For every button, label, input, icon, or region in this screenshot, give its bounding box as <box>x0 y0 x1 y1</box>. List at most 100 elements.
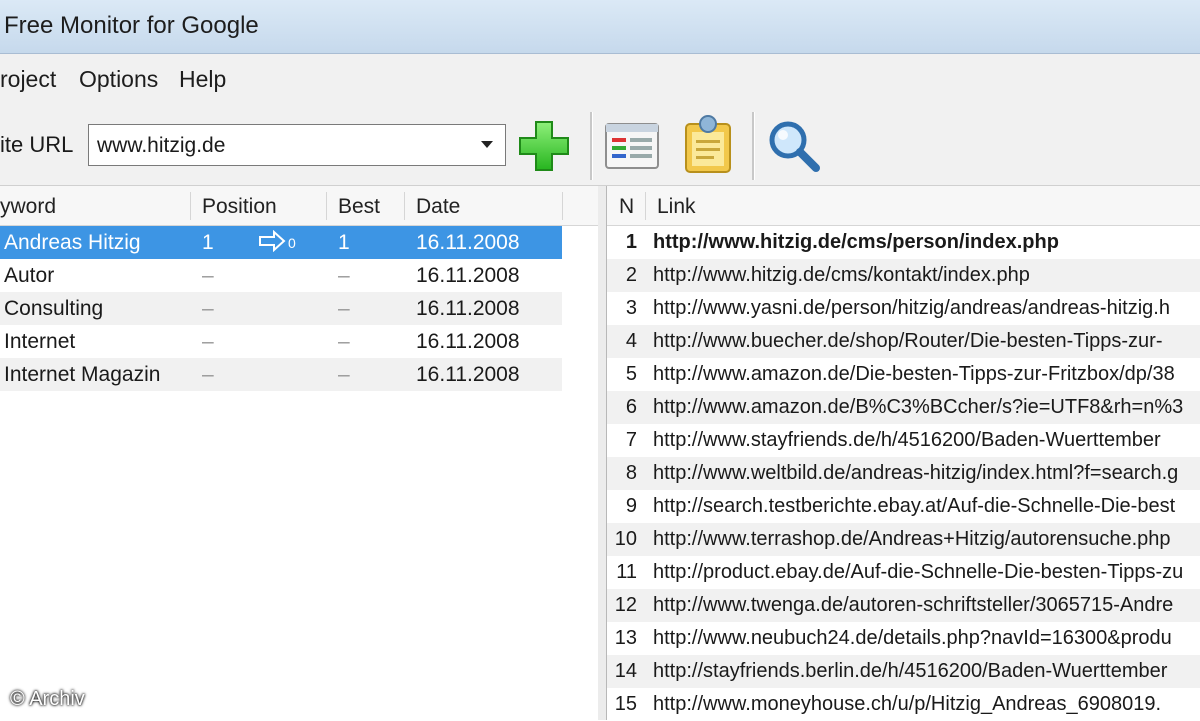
toolbar-separator <box>590 112 593 180</box>
keyword-row[interactable]: Internet Magazin – – 16.11.2008 <box>0 358 562 391</box>
title-bar: Free Monitor for Google <box>0 0 1200 54</box>
link-list: N Link 1 http://www.hitzig.de/cms/person… <box>607 186 1200 720</box>
position-cell: 1 <box>202 231 214 254</box>
clipboard-icon <box>685 115 731 173</box>
keyword-cell: Internet <box>4 330 76 353</box>
arrow-right-icon <box>258 229 286 258</box>
rank-cell: 10 <box>614 528 637 550</box>
link-row[interactable]: 6 http://www.amazon.de/B%C3%BCcher/s?ie=… <box>607 391 1200 424</box>
keyword-cell: Consulting <box>4 297 104 320</box>
rank-cell: 11 <box>616 561 637 583</box>
link-row[interactable]: 8 http://www.weltbild.de/andreas-hitzig/… <box>607 457 1200 490</box>
column-separator <box>326 192 327 220</box>
link-row[interactable]: 7 http://www.stayfriends.de/h/4516200/Ba… <box>607 424 1200 457</box>
add-keyword-button[interactable] <box>514 114 574 176</box>
best-cell: – <box>338 297 350 320</box>
column-header-keyword[interactable]: yword <box>0 195 56 219</box>
copyright-watermark: © Archiv <box>10 688 85 710</box>
toolbar-separator <box>752 112 755 180</box>
date-cell: 16.11.2008 <box>416 297 520 320</box>
search-button[interactable] <box>764 114 824 176</box>
menu-project[interactable]: roject <box>0 66 56 93</box>
column-separator <box>645 192 646 220</box>
link-cell: http://www.buecher.de/shop/Router/Die-be… <box>653 330 1163 352</box>
date-cell: 16.11.2008 <box>416 231 520 254</box>
link-cell: http://www.amazon.de/B%C3%BCcher/s?ie=UT… <box>653 396 1184 418</box>
link-row[interactable]: 10 http://www.terrashop.de/Andreas+Hitzi… <box>607 523 1200 556</box>
keyword-cell: Andreas Hitzig <box>4 231 141 254</box>
add-icon <box>519 121 569 171</box>
link-row[interactable]: 2 http://www.hitzig.de/cms/kontakt/index… <box>607 259 1200 292</box>
position-cell: – <box>202 297 214 320</box>
report-button[interactable] <box>602 114 662 176</box>
position-cell: – <box>202 363 214 386</box>
link-row[interactable]: 4 http://www.buecher.de/shop/Router/Die-… <box>607 325 1200 358</box>
link-cell: http://www.amazon.de/Die-besten-Tipps-zu… <box>653 363 1175 385</box>
link-row[interactable]: 5 http://www.amazon.de/Die-besten-Tipps-… <box>607 358 1200 391</box>
search-icon <box>769 121 820 172</box>
site-url-label: ite URL <box>0 132 74 157</box>
link-cell: http://search.testberichte.ebay.at/Auf-d… <box>653 495 1176 517</box>
link-cell: http://stayfriends.berlin.de/h/4516200/B… <box>653 660 1168 682</box>
rank-cell: 12 <box>614 594 637 616</box>
toolbar: ite URL www.hitzig.de <box>0 104 1200 186</box>
link-row[interactable]: 13 http://www.neubuch24.de/details.php?n… <box>607 622 1200 655</box>
link-cell: http://product.ebay.de/Auf-die-Schnelle-… <box>653 561 1184 583</box>
best-cell: 1 <box>338 231 350 254</box>
rank-cell: 7 <box>625 429 637 451</box>
keyword-list-header: yword Position Best Date <box>0 186 598 226</box>
position-cell: – <box>202 330 214 353</box>
rank-cell: 13 <box>614 627 637 649</box>
rank-cell: 9 <box>625 495 637 517</box>
link-cell: http://www.stayfriends.de/h/4516200/Bade… <box>653 429 1161 451</box>
rank-cell: 5 <box>625 363 637 385</box>
column-header-position[interactable]: Position <box>202 195 277 219</box>
keyword-row[interactable]: Andreas Hitzig 1 0 1 16.11.2008 <box>0 226 562 259</box>
position-cell: – <box>202 264 214 287</box>
link-row[interactable]: 3 http://www.yasni.de/person/hitzig/andr… <box>607 292 1200 325</box>
report-icon <box>605 123 659 169</box>
rank-cell: 1 <box>625 231 637 253</box>
keyword-cell: Internet Magazin <box>4 363 161 386</box>
link-row[interactable]: 1 http://www.hitzig.de/cms/person/index.… <box>607 226 1200 259</box>
link-cell: http://www.terrashop.de/Andreas+Hitzig/a… <box>653 528 1171 550</box>
column-header-date[interactable]: Date <box>416 195 460 219</box>
best-cell: – <box>338 264 350 287</box>
window-title: Free Monitor for Google <box>4 12 259 39</box>
rank-cell: 3 <box>625 297 637 319</box>
clipboard-button[interactable] <box>678 114 738 176</box>
rank-cell: 14 <box>614 660 637 682</box>
link-list-header: N Link <box>607 186 1200 226</box>
column-header-n[interactable]: N <box>619 195 634 219</box>
link-cell: http://www.yasni.de/person/hitzig/andrea… <box>653 297 1170 319</box>
column-separator <box>562 192 563 220</box>
column-header-link[interactable]: Link <box>657 195 696 219</box>
link-cell: http://www.twenga.de/autoren-schriftstel… <box>653 594 1174 616</box>
column-header-best[interactable]: Best <box>338 195 380 219</box>
date-cell: 16.11.2008 <box>416 330 520 353</box>
keyword-row[interactable]: Autor – – 16.11.2008 <box>0 259 562 292</box>
chevron-down-icon[interactable] <box>473 129 501 161</box>
keyword-row[interactable]: Consulting – – 16.11.2008 <box>0 292 562 325</box>
link-cell: http://www.hitzig.de/cms/kontakt/index.p… <box>653 264 1030 286</box>
link-row[interactable]: 11 http://product.ebay.de/Auf-die-Schnel… <box>607 556 1200 589</box>
column-separator <box>404 192 405 220</box>
menu-help[interactable]: Help <box>179 66 226 93</box>
rank-cell: 6 <box>625 396 637 418</box>
menu-bar: roject Options Help <box>0 54 1200 104</box>
link-row[interactable]: 14 http://stayfriends.berlin.de/h/451620… <box>607 655 1200 688</box>
link-row[interactable]: 9 http://search.testberichte.ebay.at/Auf… <box>607 490 1200 523</box>
link-cell: http://www.hitzig.de/cms/person/index.ph… <box>653 231 1059 253</box>
link-cell: http://www.moneyhouse.ch/u/p/Hitzig_Andr… <box>653 693 1162 715</box>
pane-splitter[interactable] <box>598 186 607 720</box>
link-cell: http://www.weltbild.de/andreas-hitzig/in… <box>653 462 1179 484</box>
rank-cell: 2 <box>625 264 637 286</box>
link-row[interactable]: 15 http://www.moneyhouse.ch/u/p/Hitzig_A… <box>607 688 1200 721</box>
keyword-row[interactable]: Internet – – 16.11.2008 <box>0 325 562 358</box>
rank-cell: 15 <box>614 693 637 715</box>
link-row[interactable]: 12 http://www.twenga.de/autoren-schrifts… <box>607 589 1200 622</box>
site-url-combobox[interactable]: www.hitzig.de <box>88 124 506 166</box>
rank-cell: 4 <box>625 330 637 352</box>
best-cell: – <box>338 363 350 386</box>
menu-options[interactable]: Options <box>79 66 158 93</box>
